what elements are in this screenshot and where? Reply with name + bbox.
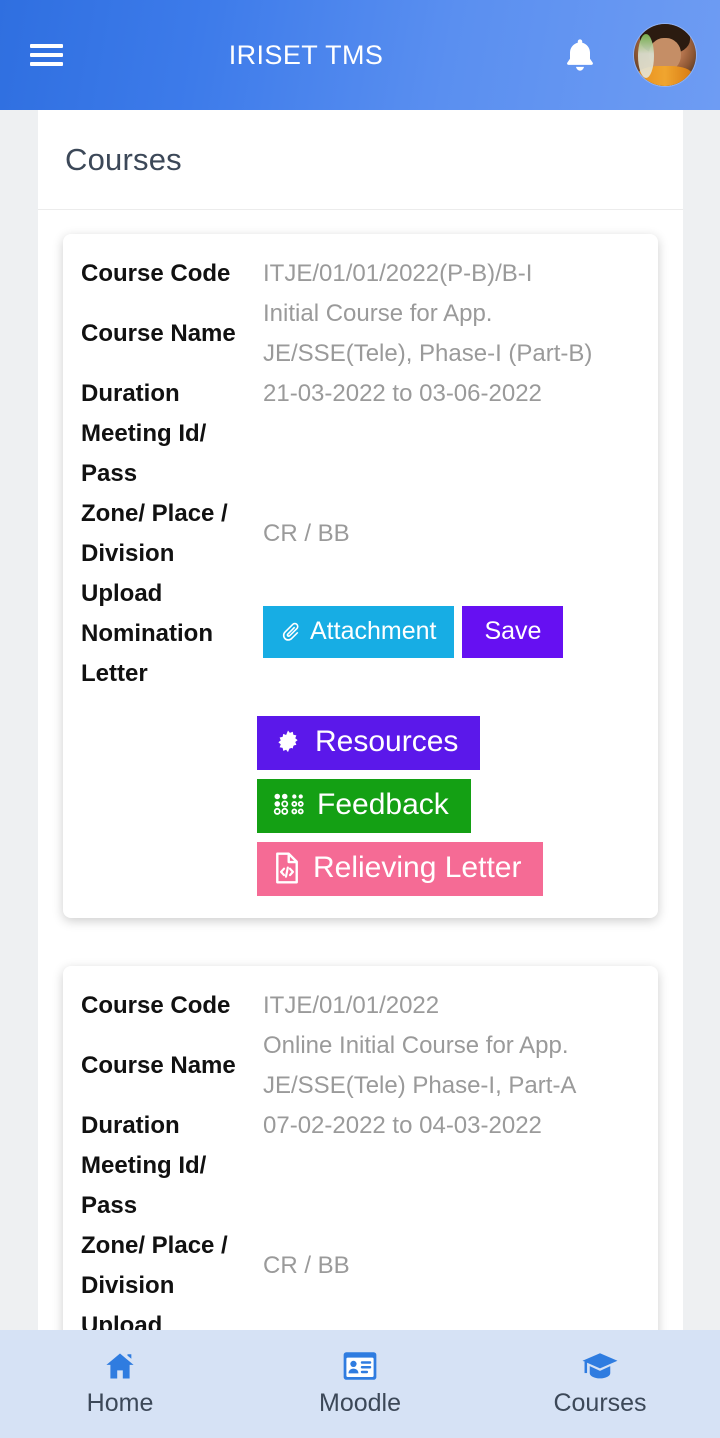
resources-button-label: Resources [315,725,459,758]
nav-item-moodle[interactable]: Moodle [240,1350,480,1418]
meeting-id-row: Meeting Id/Pass [81,1146,640,1226]
zone-row: Zone/ Place / Division CR / BB [81,494,640,574]
upload-nomination-row: UploadNominationLetter Attachment Save [81,574,640,694]
app-title: IRISET TMS [228,39,384,70]
nav-item-courses[interactable]: Courses [480,1350,720,1418]
duration-row: Duration 07-02-2022 to 04-03-2022 [81,1106,640,1146]
course-code-row: Course Code ITJE/01/01/2022(P-B)/B-I [81,254,640,294]
upload-actions: Attachment Save [263,600,564,664]
meeting-id-label: Meeting Id/Pass [81,420,207,487]
course-name-line-1: Online Initial Course for App. [263,1032,569,1059]
meeting-id-value [263,414,640,454]
course-extra-actions: Resources Feedback Relieving Letter [257,716,640,896]
course-name-label: Course Name [81,320,236,347]
home-icon [106,1353,134,1379]
avatar-garland [638,34,654,78]
course-name-line-2: JE/SSE(Tele), Phase-I (Part-B) [263,340,593,367]
relieving-letter-button-label: Relieving Letter [313,851,522,884]
course-name-value: Online Initial Course for App. JE/SSE(Te… [263,1026,640,1106]
course-name-row: Course Name Online Initial Course for Ap… [81,1026,640,1106]
file-code-icon [276,852,298,884]
page-title: Courses [65,141,182,177]
nav-item-moodle-label: Moodle [319,1389,401,1417]
meeting-id-label: Meeting Id/Pass [81,1152,207,1219]
zone-value: CR / BB [263,1252,350,1279]
course-code-value: ITJE/01/01/2022(P-B)/B-I [263,260,533,287]
duration-value: 07-02-2022 to 04-03-2022 [263,1112,542,1139]
course-card[interactable]: Course Code ITJE/01/01/2022(P-B)/B-I Cou… [63,234,658,918]
zone-label: Zone/ Place / Division [81,1232,228,1299]
starburst-gear-icon [278,730,298,753]
attachment-button-label: Attachment [310,617,437,645]
duration-row: Duration 21-03-2022 to 03-06-2022 [81,374,640,414]
upload-nomination-label: UploadNominationLetter [81,580,213,687]
graduation-cap-icon [582,1353,618,1379]
duration-value: 21-03-2022 to 03-06-2022 [263,380,542,407]
meeting-id-value [263,1146,640,1186]
course-code-label: Course Code [81,992,231,1019]
notification-bell-icon[interactable] [556,31,604,79]
feedback-button-label: Feedback [317,788,449,821]
content-panel: Courses Course Code ITJE/01/01/2022(P-B)… [38,110,683,1330]
meeting-id-row: Meeting Id/Pass [81,414,640,494]
resources-button[interactable]: Resources [257,716,481,770]
nav-item-home[interactable]: Home [0,1350,240,1418]
page-header: Courses [38,110,683,210]
bottom-navigation: Home Moodle Courses [0,1330,720,1438]
upload-nomination-row: UploadNominationLetter Attachment Save [81,1306,640,1330]
feedback-button[interactable]: Feedback [257,779,471,833]
zone-value: CR / BB [263,520,350,547]
course-card[interactable]: Course Code ITJE/01/01/2022 Course Name … [63,966,658,1330]
avatar[interactable] [634,24,696,86]
app-bar: IRISET TMS [0,0,720,110]
course-code-value: ITJE/01/01/2022 [263,992,440,1019]
relieving-letter-button[interactable]: Relieving Letter [257,842,544,896]
paperclip-icon [282,622,299,641]
attachment-button[interactable]: Attachment [263,606,455,658]
nav-item-home-label: Home [86,1389,154,1417]
course-code-label: Course Code [81,260,231,287]
course-name-value: Initial Course for App. JE/SSE(Tele), Ph… [263,294,640,374]
course-name-row: Course Name Initial Course for App. JE/S… [81,294,640,374]
scroll-container[interactable]: Courses Course Code ITJE/01/01/2022(P-B)… [0,110,720,1330]
course-name-line-1: Initial Course for App. [263,300,493,327]
course-code-row: Course Code ITJE/01/01/2022 [81,986,640,1026]
zone-row: Zone/ Place / Division CR / BB [81,1226,640,1306]
course-name-label: Course Name [81,1052,236,1079]
id-card-icon [343,1352,377,1380]
save-button[interactable]: Save [462,606,564,658]
dot-matrix-icon [273,793,304,815]
save-button-label: Save [484,617,542,645]
zone-label: Zone/ Place / Division [81,500,228,567]
course-name-line-2: JE/SSE(Tele) Phase-I, Part-A [263,1072,577,1099]
upload-nomination-label: UploadNominationLetter [81,1312,163,1330]
nav-item-courses-label: Courses [553,1389,647,1417]
duration-label: Duration [81,380,180,407]
duration-label: Duration [81,1112,180,1139]
